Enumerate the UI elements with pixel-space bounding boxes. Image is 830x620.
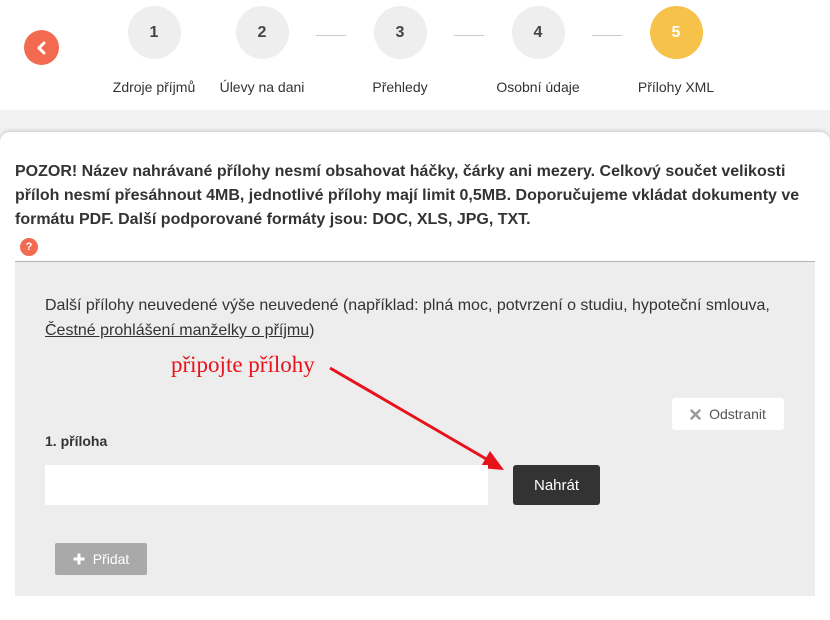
back-button[interactable]: [24, 30, 59, 65]
add-attachment-button[interactable]: Přidat: [55, 543, 147, 575]
remove-button[interactable]: Odstranit: [672, 398, 784, 430]
step-2[interactable]: 2 Úlevy na dani: [192, 0, 332, 95]
attachment-label: 1. příloha: [45, 433, 108, 449]
step-2-circle[interactable]: 2: [235, 6, 289, 59]
description-text: Další přílohy neuvedené výše neuvedené (…: [45, 297, 770, 314]
attachment-file-input[interactable]: [45, 465, 488, 505]
attachments-description: Další přílohy neuvedené výše neuvedené (…: [45, 293, 805, 343]
step-4-circle[interactable]: 4: [511, 6, 565, 59]
chevron-left-icon: [37, 41, 45, 54]
step-4[interactable]: 4 Osobní údaje: [468, 0, 608, 95]
step-4-label: Osobní údaje: [496, 79, 580, 95]
remove-label: Odstranit: [709, 406, 766, 422]
step-2-label: Úlevy na dani: [219, 79, 305, 95]
help-icon[interactable]: ?: [20, 238, 38, 256]
plus-icon: [73, 553, 85, 565]
step-3-label: Přehledy: [372, 79, 428, 95]
wizard-stepper: 1 Zdroje příjmů 2 Úlevy na dani 3 Přehle…: [0, 0, 830, 110]
step-5-active[interactable]: 5 Přílohy XML: [606, 0, 746, 95]
step-5-circle[interactable]: 5: [649, 6, 703, 59]
upload-warning: POZOR! Název nahrávané přílohy nesmí obs…: [15, 163, 800, 228]
declaration-link[interactable]: Čestné prohlášení manželky o příjmu: [45, 322, 309, 339]
step-5-label: Přílohy XML: [637, 79, 715, 95]
close-icon: [690, 408, 701, 420]
add-label: Přidat: [92, 551, 130, 567]
upload-button[interactable]: Nahrát: [513, 465, 600, 505]
step-3-circle[interactable]: 3: [373, 6, 427, 59]
description-suffix: ): [309, 322, 315, 339]
step-1-circle[interactable]: 1: [127, 6, 181, 59]
step-3[interactable]: 3 Přehledy: [330, 0, 470, 95]
annotation-text: připojte přílohy: [171, 352, 315, 377]
